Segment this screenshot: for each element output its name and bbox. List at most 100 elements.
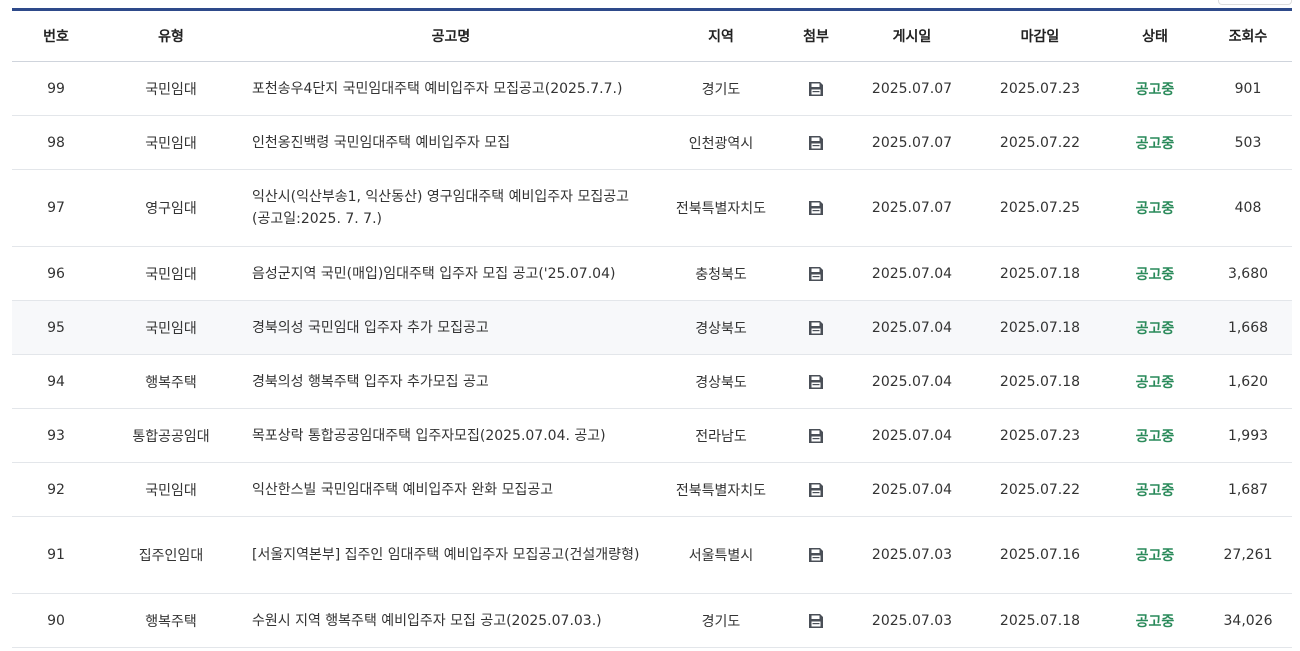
cell-no: 99 xyxy=(12,61,100,116)
cell-no: 91 xyxy=(12,516,100,594)
table-row[interactable]: 91 집주인임대 [서울지역본부] 집주인 임대주택 예비입주자 모집공고(건설… xyxy=(12,516,1292,594)
notice-title-link[interactable]: 수원시 지역 행복주택 예비입주자 모집 공고(2025.07.03.) xyxy=(242,593,660,648)
header-type: 유형 xyxy=(100,8,242,62)
cell-deadline: 2025.07.25 xyxy=(974,169,1106,247)
save-icon[interactable] xyxy=(808,482,824,498)
cell-no: 96 xyxy=(12,246,100,301)
notice-title-link[interactable]: 인천옹진백령 국민임대주택 예비입주자 모집 xyxy=(242,115,660,170)
table-row[interactable]: 97 영구임대 익산시(익산부송1, 익산동산) 영구임대주택 예비입주자 모집… xyxy=(12,169,1292,247)
cell-attach xyxy=(782,408,850,463)
table-row[interactable]: 90 행복주택 수원시 지역 행복주택 예비입주자 모집 공고(2025.07.… xyxy=(12,593,1292,648)
cell-region: 전라남도 xyxy=(660,408,782,463)
status-badge: 공고중 xyxy=(1135,428,1175,445)
cell-region: 충청북도 xyxy=(660,246,782,301)
cell-posted: 2025.07.04 xyxy=(850,354,974,409)
cell-region: 전북특별자치도 xyxy=(660,462,782,517)
notice-title-link[interactable]: 경북의성 국민임대 입주자 추가 모집공고 xyxy=(242,300,660,355)
cell-status: 공고중 xyxy=(1106,300,1204,355)
cell-posted: 2025.07.07 xyxy=(850,61,974,116)
notice-board: 번호 유형 공고명 지역 첨부 게시일 마감일 상태 조회수 99 국민임대 포… xyxy=(12,8,1292,648)
cell-type: 국민임대 xyxy=(100,462,242,517)
status-badge: 공고중 xyxy=(1135,374,1175,391)
header-views: 조회수 xyxy=(1204,8,1292,62)
cell-deadline: 2025.07.23 xyxy=(974,61,1106,116)
cell-type: 영구임대 xyxy=(100,169,242,247)
status-badge: 공고중 xyxy=(1135,548,1175,564)
header-posted: 게시일 xyxy=(850,8,974,62)
cell-no: 92 xyxy=(12,462,100,517)
notice-title-link[interactable]: 목포상락 통합공공임대주택 입주자모집(2025.07.04. 공고) xyxy=(242,408,660,463)
cell-posted: 2025.07.04 xyxy=(850,462,974,517)
cell-region: 인천광역시 xyxy=(660,115,782,170)
cell-views: 1,668 xyxy=(1204,300,1292,355)
status-badge: 공고중 xyxy=(1135,320,1175,337)
save-icon[interactable] xyxy=(808,428,824,444)
cell-no: 90 xyxy=(12,593,100,648)
cell-posted: 2025.07.03 xyxy=(850,516,974,594)
notice-title-link[interactable]: 음성군지역 국민(매입)임대주택 입주자 모집 공고('25.07.04) xyxy=(242,246,660,301)
cell-views: 3,680 xyxy=(1204,246,1292,301)
table-row[interactable]: 95 국민임대 경북의성 국민임대 입주자 추가 모집공고 경상북도 2025.… xyxy=(12,300,1292,355)
cell-deadline: 2025.07.16 xyxy=(974,516,1106,594)
cell-deadline: 2025.07.22 xyxy=(974,115,1106,170)
cell-status: 공고중 xyxy=(1106,61,1204,116)
table-row[interactable]: 96 국민임대 음성군지역 국민(매입)임대주택 입주자 모집 공고('25.0… xyxy=(12,246,1292,301)
table-row[interactable]: 93 통합공공임대 목포상락 통합공공임대주택 입주자모집(2025.07.04… xyxy=(12,408,1292,463)
notice-title-link[interactable]: 경북의성 행복주택 입주자 추가모집 공고 xyxy=(242,354,660,409)
save-icon[interactable] xyxy=(808,320,824,336)
cell-deadline: 2025.07.18 xyxy=(974,593,1106,648)
cell-region: 경상북도 xyxy=(660,354,782,409)
save-icon[interactable] xyxy=(808,266,824,282)
cell-type: 집주인임대 xyxy=(100,516,242,594)
cell-type: 국민임대 xyxy=(100,115,242,170)
notice-title-link[interactable]: [서울지역본부] 집주인 임대주택 예비입주자 모집공고(건설개량형) xyxy=(242,516,660,594)
cell-attach xyxy=(782,115,850,170)
save-icon[interactable] xyxy=(808,200,824,216)
cell-type: 행복주택 xyxy=(100,593,242,648)
table-body: 99 국민임대 포천송우4단지 국민임대주택 예비입주자 모집공고(2025.7… xyxy=(12,61,1292,648)
cell-region: 경상북도 xyxy=(660,300,782,355)
header-region: 지역 xyxy=(660,8,782,62)
save-icon[interactable] xyxy=(808,135,824,151)
header-status: 상태 xyxy=(1106,8,1204,62)
cell-attach xyxy=(782,61,850,116)
cell-views: 34,026 xyxy=(1204,593,1292,648)
cell-attach xyxy=(782,169,850,247)
header-no: 번호 xyxy=(12,8,100,62)
save-icon[interactable] xyxy=(808,613,824,629)
cell-status: 공고중 xyxy=(1106,115,1204,170)
cell-region: 경기도 xyxy=(660,593,782,648)
cell-status: 공고중 xyxy=(1106,246,1204,301)
cell-attach xyxy=(782,354,850,409)
notice-title-link[interactable]: 익산한스빌 국민임대주택 예비입주자 완화 모집공고 xyxy=(242,462,660,517)
cell-views: 1,620 xyxy=(1204,354,1292,409)
save-icon[interactable] xyxy=(808,374,824,390)
status-badge: 공고중 xyxy=(1135,201,1175,217)
cell-status: 공고중 xyxy=(1106,516,1204,594)
cell-views: 27,261 xyxy=(1204,516,1292,594)
table-row[interactable]: 99 국민임대 포천송우4단지 국민임대주택 예비입주자 모집공고(2025.7… xyxy=(12,61,1292,116)
cell-posted: 2025.07.03 xyxy=(850,593,974,648)
save-icon[interactable] xyxy=(808,81,824,97)
notice-title-link[interactable]: 익산시(익산부송1, 익산동산) 영구임대주택 예비입주자 모집공고(공고일:2… xyxy=(242,169,660,247)
table-header-row: 번호 유형 공고명 지역 첨부 게시일 마감일 상태 조회수 xyxy=(12,8,1292,62)
save-icon[interactable] xyxy=(808,547,824,563)
table-row[interactable]: 94 행복주택 경북의성 행복주택 입주자 추가모집 공고 경상북도 2025.… xyxy=(12,354,1292,409)
cell-no: 93 xyxy=(12,408,100,463)
table-row[interactable]: 98 국민임대 인천옹진백령 국민임대주택 예비입주자 모집 인천광역시 202… xyxy=(12,115,1292,170)
cell-deadline: 2025.07.22 xyxy=(974,462,1106,517)
cell-status: 공고중 xyxy=(1106,462,1204,517)
notice-title-link[interactable]: 포천송우4단지 국민임대주택 예비입주자 모집공고(2025.7.7.) xyxy=(242,61,660,116)
header-deadline: 마감일 xyxy=(974,8,1106,62)
notice-table: 번호 유형 공고명 지역 첨부 게시일 마감일 상태 조회수 99 국민임대 포… xyxy=(12,8,1292,648)
cell-views: 1,993 xyxy=(1204,408,1292,463)
header-attach: 첨부 xyxy=(782,8,850,62)
cell-posted: 2025.07.07 xyxy=(850,169,974,247)
cell-attach xyxy=(782,246,850,301)
table-row[interactable]: 92 국민임대 익산한스빌 국민임대주택 예비입주자 완화 모집공고 전북특별자… xyxy=(12,462,1292,517)
cell-type: 국민임대 xyxy=(100,61,242,116)
cell-posted: 2025.07.04 xyxy=(850,408,974,463)
cell-views: 408 xyxy=(1204,169,1292,247)
cell-region: 경기도 xyxy=(660,61,782,116)
cell-status: 공고중 xyxy=(1106,593,1204,648)
